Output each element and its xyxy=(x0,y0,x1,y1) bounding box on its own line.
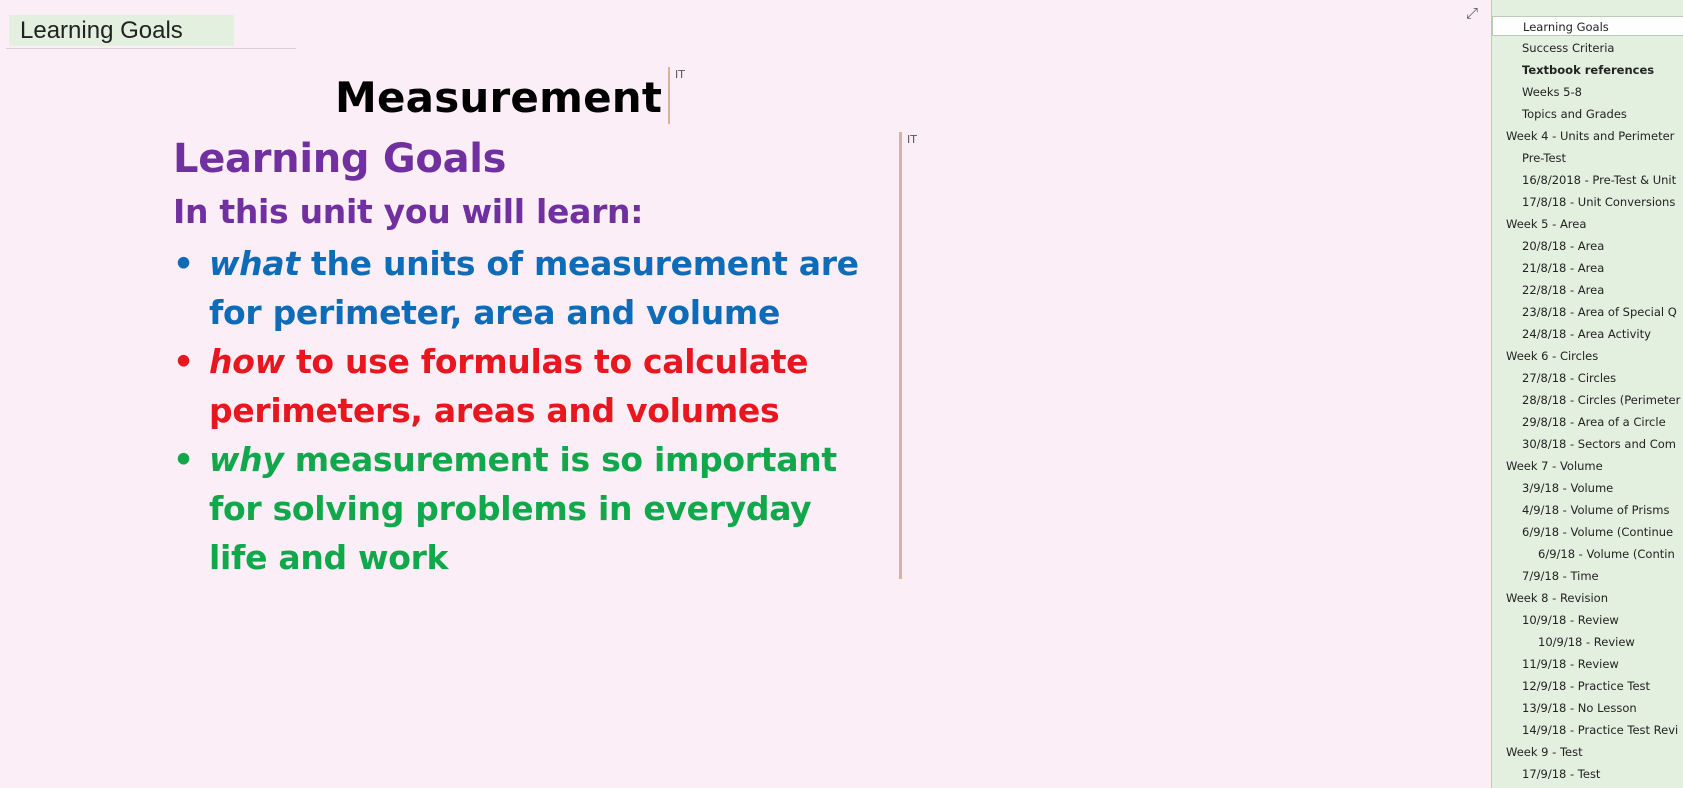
sidebar-page-item[interactable]: 17/9/18 - Test xyxy=(1492,764,1683,784)
sidebar-page-item[interactable]: 30/8/18 - Sectors and Com xyxy=(1492,434,1683,454)
sidebar-page-item[interactable]: 23/8/18 - Area of Special Q xyxy=(1492,302,1683,322)
bullet-dot-icon: • xyxy=(173,244,194,283)
sidebar-page-item[interactable]: 29/8/18 - Area of a Circle xyxy=(1492,412,1683,432)
sidebar-page-item[interactable]: Learning Goals xyxy=(1492,16,1683,36)
goal-bullet-what[interactable]: • what the units of measurement are for … xyxy=(173,239,873,337)
sidebar-section-item[interactable]: Week 9 - Test xyxy=(1492,742,1683,762)
sidebar-page-item[interactable]: 17/8/18 - Unit Conversions xyxy=(1492,192,1683,212)
goal-text: to use formulas to calculate perimeters,… xyxy=(209,342,809,430)
sidebar-page-item[interactable]: 4/9/18 - Volume of Prisms xyxy=(1492,500,1683,520)
goals-note-container[interactable]: Learning Goals In this unit you will lea… xyxy=(160,132,920,582)
sidebar-page-item[interactable]: Pre-Test xyxy=(1492,148,1683,168)
sidebar-page-item[interactable]: Textbook references xyxy=(1492,60,1683,80)
page-title[interactable]: Learning Goals xyxy=(9,15,234,46)
goals-subheading[interactable]: In this unit you will learn: xyxy=(173,192,643,231)
page-title-underline xyxy=(6,48,296,49)
sidebar-page-item[interactable]: Topics and Grades xyxy=(1492,104,1683,124)
sidebar-page-item[interactable]: 13/9/18 - No Lesson xyxy=(1492,698,1683,718)
container-author-tag: IT xyxy=(907,133,917,146)
sidebar-page-item[interactable]: 3/9/18 - Volume xyxy=(1492,478,1683,498)
sidebar-page-item[interactable]: 21/8/18 - Area xyxy=(1492,258,1683,278)
sidebar-page-item[interactable]: 24/8/18 - Area Activity xyxy=(1492,324,1683,344)
container-handle-bar[interactable] xyxy=(899,132,902,579)
sidebar-section-item[interactable]: Week 5 - Area xyxy=(1492,214,1683,234)
goal-keyword: what xyxy=(209,244,300,283)
sidebar-section-item[interactable]: Week 6 - Circles xyxy=(1492,346,1683,366)
sidebar-section-item[interactable]: Week 4 - Units and Perimeter xyxy=(1492,126,1683,146)
goals-heading[interactable]: Learning Goals xyxy=(173,136,506,182)
sidebar-subpage-item[interactable]: 6/9/18 - Volume (Contin xyxy=(1492,544,1683,564)
container-author-tag: IT xyxy=(675,68,685,81)
goal-keyword: how xyxy=(209,342,285,381)
sidebar-page-item[interactable]: Success Criteria xyxy=(1492,38,1683,58)
page-list-sidebar[interactable]: Learning Goals Success Criteria Textbook r… xyxy=(1491,0,1683,788)
goal-bullet-why[interactable]: • why measurement is so important for so… xyxy=(173,435,873,582)
goal-bullet-how[interactable]: • how to use formulas to calculate perim… xyxy=(173,337,873,435)
sidebar-page-item[interactable]: 27/8/18 - Circles xyxy=(1492,368,1683,388)
goals-bullet-list[interactable]: • what the units of measurement are for … xyxy=(173,239,873,582)
sidebar-page-item[interactable]: 10/9/18 - Review xyxy=(1492,610,1683,630)
sidebar-page-item[interactable]: 16/8/2018 - Pre-Test & Unit xyxy=(1492,170,1683,190)
container-handle-bar[interactable] xyxy=(668,67,670,124)
goal-text: the units of measurement are for perimet… xyxy=(209,244,859,332)
sidebar-subpage-item[interactable]: 10/9/18 - Review xyxy=(1492,632,1683,652)
goal-text: measurement is so important for solving … xyxy=(209,440,837,577)
heading-note-container[interactable]: Measurement IT xyxy=(318,67,685,127)
bullet-dot-icon: • xyxy=(173,440,194,479)
sidebar-page-item[interactable]: 11/9/18 - Review xyxy=(1492,654,1683,674)
sidebar-page-item[interactable]: Weeks 5-8 xyxy=(1492,82,1683,102)
expand-icon[interactable]: ⤢ xyxy=(1464,5,1480,23)
sidebar-section-item[interactable]: Week 7 - Volume xyxy=(1492,456,1683,476)
note-heading-measurement[interactable]: Measurement xyxy=(335,73,662,122)
sidebar-page-item[interactable]: 6/9/18 - Volume (Continue xyxy=(1492,522,1683,542)
sidebar-page-item[interactable]: 20/8/18 - Area xyxy=(1492,236,1683,256)
sidebar-page-item[interactable]: 22/8/18 - Area xyxy=(1492,280,1683,300)
sidebar-page-item[interactable]: 12/9/18 - Practice Test xyxy=(1492,676,1683,696)
bullet-dot-icon: • xyxy=(173,342,194,381)
sidebar-page-item[interactable]: 7/9/18 - Time xyxy=(1492,566,1683,586)
sidebar-page-item[interactable]: 14/9/18 - Practice Test Revi xyxy=(1492,720,1683,740)
goal-keyword: why xyxy=(209,440,284,479)
sidebar-section-item[interactable]: Week 8 - Revision xyxy=(1492,588,1683,608)
sidebar-page-item[interactable]: 28/8/18 - Circles (Perimeter xyxy=(1492,390,1683,410)
